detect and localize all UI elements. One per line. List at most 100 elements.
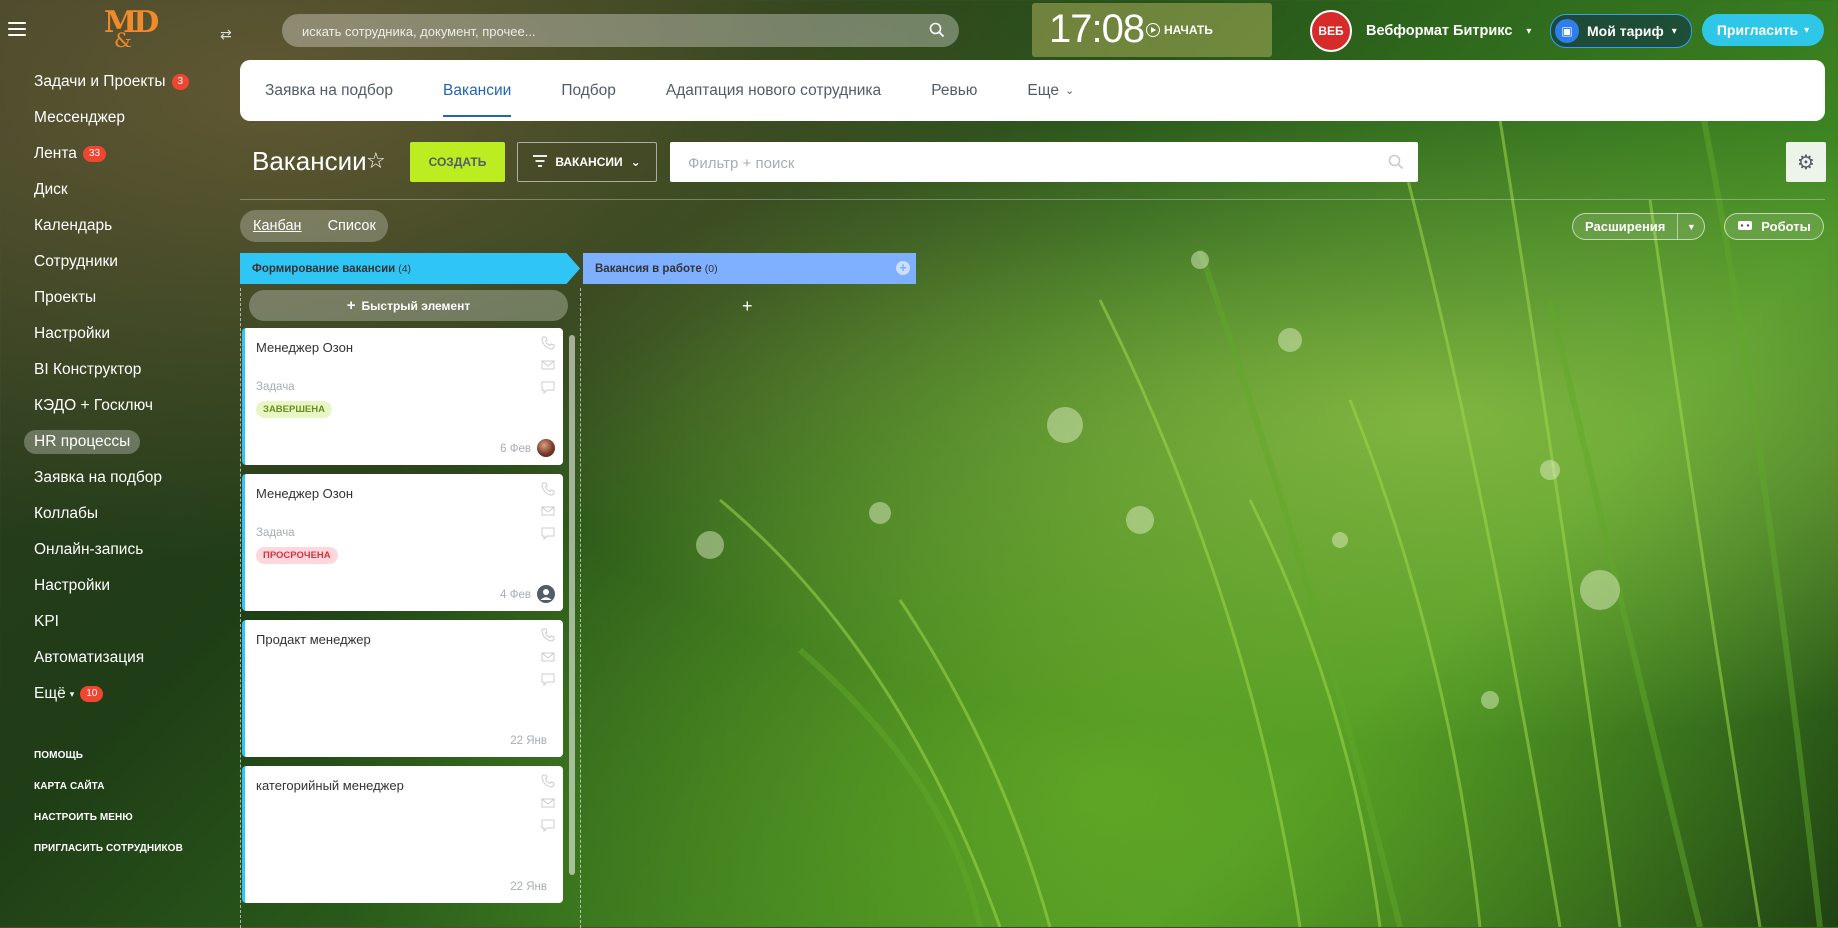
global-search	[282, 14, 959, 49]
column-title: Вакансия в работе	[595, 262, 702, 275]
counter-badge: 33	[82, 146, 107, 162]
search-icon[interactable]	[929, 22, 945, 43]
extensions-button[interactable]: Расширения ▼	[1572, 213, 1706, 240]
phone-icon[interactable]	[541, 482, 555, 496]
add-item-icon[interactable]: +	[742, 296, 753, 317]
sidebar-item-label: Ещё	[34, 685, 66, 702]
sidebar-item-projects[interactable]: Проекты	[22, 280, 232, 316]
sidebar-item-feed[interactable]: Лента 33	[22, 136, 232, 172]
start-workday-button[interactable]: НАЧАТЬ	[1146, 23, 1213, 37]
kanban-card[interactable]: категорийный менеджер 22 Янв	[242, 766, 563, 903]
card-title[interactable]: Продакт менеджер	[256, 632, 371, 647]
chevron-down-icon: ▾	[69, 688, 75, 699]
help-link[interactable]: ПОМОЩЬ	[34, 740, 183, 771]
mail-icon[interactable]	[541, 650, 555, 664]
kanban-card[interactable]: Продакт менеджер 22 Янв	[242, 620, 563, 757]
sidebar-item-settings-2[interactable]: Настройки	[22, 568, 232, 604]
sidebar-item-hr-processes[interactable]: HR процессы	[22, 424, 232, 460]
sidebar-settings-icon[interactable]: ⇄	[220, 26, 232, 43]
phone-icon[interactable]	[541, 774, 555, 788]
workday-clock: 17:08 НАЧАТЬ	[1032, 3, 1272, 57]
configure-menu-link[interactable]: НАСТРОИТЬ МЕНЮ	[34, 802, 183, 833]
logo-amp: &	[114, 28, 132, 52]
filter-input[interactable]	[686, 142, 1370, 184]
sidebar-item-label: Настройки	[34, 325, 111, 342]
card-title[interactable]: категорийный менеджер	[256, 778, 404, 793]
quick-add-button[interactable]: + Быстрый элемент	[249, 290, 568, 321]
divider	[240, 199, 1825, 200]
tab-recruitment-request[interactable]: Заявка на подбор	[265, 60, 393, 121]
avatar[interactable]	[537, 439, 555, 457]
filter-icon	[533, 154, 548, 170]
create-button[interactable]: СОЗДАТЬ	[410, 142, 505, 182]
sidebar-item-tasks[interactable]: Задачи и Проекты 3	[22, 64, 232, 100]
robots-button[interactable]: Роботы	[1724, 213, 1824, 240]
settings-gear-icon[interactable]: ⚙	[1786, 142, 1826, 182]
chat-icon[interactable]	[541, 380, 555, 395]
sidebar-item-recruitment-request[interactable]: Заявка на подбор	[22, 460, 232, 496]
category-select-button[interactable]: ВАКАНСИИ ⌄	[517, 142, 657, 182]
column-scrollbar[interactable]	[569, 335, 575, 875]
card-kind: Задача	[256, 527, 295, 539]
tab-vacancies[interactable]: Вакансии	[442, 60, 512, 121]
robots-label: Роботы	[1761, 219, 1811, 234]
user-avatar-icon[interactable]	[537, 585, 555, 603]
menu-burger-icon[interactable]	[8, 22, 26, 36]
sidebar-item-automation[interactable]: Автоматизация	[22, 640, 232, 676]
sidebar-item-collabs[interactable]: Коллабы	[22, 496, 232, 532]
chat-icon[interactable]	[541, 672, 555, 687]
invite-employees-link[interactable]: ПРИГЛАСИТЬ СОТРУДНИКОВ	[34, 833, 183, 864]
sidebar-item-settings[interactable]: Настройки	[22, 316, 232, 352]
star-icon[interactable]: ☆	[366, 148, 386, 174]
sidebar-item-kpi[interactable]: KPI	[22, 604, 232, 640]
sitemap-link[interactable]: КАРТА САЙТА	[34, 771, 183, 802]
view-kanban[interactable]: Канбан	[253, 218, 302, 234]
card-kind: Задача	[256, 381, 295, 393]
chat-icon[interactable]	[541, 818, 555, 833]
tab-selection[interactable]: Подбор	[561, 60, 616, 121]
sidebar-item-online-booking[interactable]: Онлайн-запись	[22, 532, 232, 568]
sidebar-item-kedo[interactable]: КЭДО + Госключ	[22, 388, 232, 424]
search-input[interactable]	[300, 14, 904, 49]
add-column-icon[interactable]: +	[896, 261, 910, 275]
company-menu[interactable]: ВЕБ Вебформат Битрикс ▾	[1310, 10, 1531, 52]
mail-icon[interactable]	[541, 358, 555, 372]
mail-icon[interactable]	[541, 504, 555, 518]
mail-icon[interactable]	[541, 796, 555, 810]
tab-more[interactable]: Еще ⌄	[1027, 60, 1074, 121]
kanban-card[interactable]: Менеджер Озон Задача ПРОСРОЧЕНА 4 Фев	[242, 474, 563, 611]
sidebar-item-employees[interactable]: Сотрудники	[22, 244, 232, 280]
chevron-down-icon: ▾	[1804, 24, 1810, 36]
card-title[interactable]: Менеджер Озон	[256, 486, 353, 501]
tariff-label: Мой тариф	[1587, 23, 1664, 39]
card-title[interactable]: Менеджер Озон	[256, 340, 353, 355]
tab-onboarding[interactable]: Адаптация нового сотрудника	[666, 60, 881, 121]
clock-time: 17:08	[1049, 7, 1145, 51]
chevron-down-icon[interactable]: ▼	[1678, 222, 1704, 232]
sidebar-item-messenger[interactable]: Мессенджер	[22, 100, 232, 136]
sidebar-item-calendar[interactable]: Календарь	[22, 208, 232, 244]
sidebar-item-disk[interactable]: Диск	[22, 172, 232, 208]
kanban-card[interactable]: Менеджер Озон Задача ЗАВЕРШЕНА 6 Фев	[242, 328, 563, 465]
filter-search	[670, 142, 1418, 184]
phone-icon[interactable]	[541, 336, 555, 350]
invite-button[interactable]: Пригласить ▾	[1702, 14, 1824, 46]
phone-icon[interactable]	[541, 628, 555, 642]
kanban-column-header[interactable]: Формирование вакансии (4)	[240, 253, 580, 284]
sidebar-item-label: BI Конструктор	[34, 361, 142, 378]
sidebar-item-more[interactable]: Ещё ▾ 10	[22, 676, 232, 712]
view-list[interactable]: Список	[328, 218, 376, 234]
company-avatar: ВЕБ	[1310, 10, 1352, 52]
category-label: ВАКАНСИИ	[555, 155, 623, 169]
start-label: НАЧАТЬ	[1164, 23, 1213, 37]
sidebar-item-label: Лента	[34, 145, 77, 162]
tab-review[interactable]: Ревью	[931, 60, 977, 121]
search-icon[interactable]	[1388, 154, 1404, 175]
sidebar-item-bi-constructor[interactable]: BI Конструктор	[22, 352, 232, 388]
sidebar-item-label: Сотрудники	[34, 253, 118, 270]
kanban-column-header[interactable]: Вакансия в работе (0) +	[583, 253, 916, 284]
sidebar-item-label: KPI	[34, 613, 59, 630]
my-tariff-button[interactable]: ▣ Мой тариф ▾	[1550, 14, 1692, 48]
chat-icon[interactable]	[541, 526, 555, 541]
company-logo[interactable]: MD &	[104, 8, 159, 53]
